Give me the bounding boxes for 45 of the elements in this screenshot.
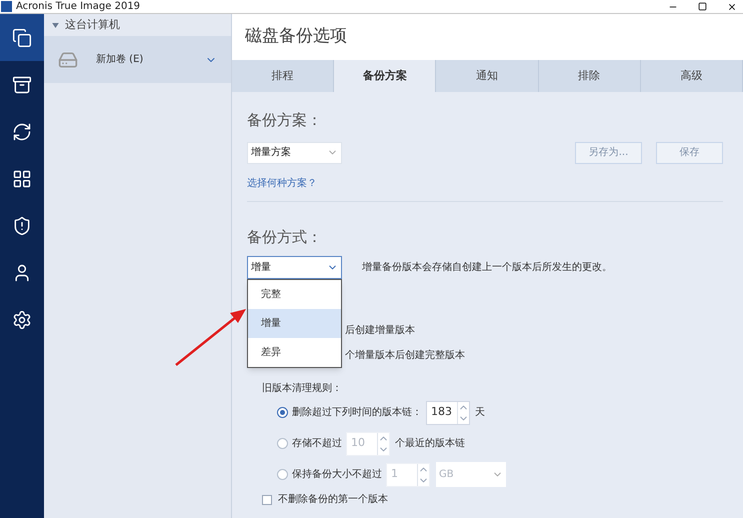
item-label: 新加卷 (E) [96, 52, 144, 67]
radio-button[interactable] [277, 407, 288, 418]
menu-option[interactable]: 增量 [248, 309, 341, 338]
spinner-value: 1 [390, 466, 399, 482]
shield-icon [12, 216, 32, 236]
window-title: Acronis True Image 2019 [16, 0, 140, 12]
tab[interactable]: 通知 [436, 60, 539, 92]
scheme-select[interactable]: 增量方案 [247, 142, 342, 164]
radio-label: 存储不超过 [292, 436, 342, 451]
menu-option[interactable]: 完整 [248, 280, 341, 309]
checkbox-label: 不删除备份的第一个版本 [278, 492, 388, 507]
app-logo-icon [1, 1, 12, 12]
sync-icon [12, 122, 32, 142]
checkbox[interactable] [262, 494, 272, 504]
spinner-value: 10 [350, 435, 366, 452]
close-icon[interactable] [727, 2, 737, 12]
menu-option[interactable]: 差异 [248, 338, 341, 367]
drive-icon [58, 50, 78, 70]
method-description: 增量备份版本会存储自创建上一个版本后所发生的更改。 [362, 260, 612, 275]
sidebar-item[interactable]: 新加卷 (E) [44, 36, 231, 83]
section-label: 这台计算机 [65, 16, 120, 33]
maximize-icon[interactable] [698, 2, 707, 10]
unit-label: 个最近的版本链 [395, 436, 465, 451]
collapse-arrow-icon[interactable] [52, 22, 59, 28]
method-select[interactable]: 增量 [247, 256, 342, 279]
nav-button[interactable] [0, 14, 44, 61]
tab[interactable]: 排程 [232, 60, 334, 92]
archive-icon [12, 74, 32, 94]
tab[interactable]: 排除 [538, 60, 641, 92]
radio-label: 删除超过下列时间的版本链： [292, 406, 422, 420]
unit-label: 天 [475, 406, 485, 420]
help-link[interactable]: 选择何种方案？ [247, 176, 723, 190]
annotation-arrow [175, 309, 246, 366]
page-title: 磁盘备份选项 [245, 25, 347, 48]
tab[interactable]: 高级 [640, 60, 743, 92]
copy-icon [12, 28, 32, 48]
option-label: 后创建增量版本 [345, 324, 416, 338]
grid-icon [12, 168, 32, 188]
option-label: 个增量版本后创建完整版本 [345, 348, 466, 363]
cleanup-heading: 旧版本清理规则： [262, 382, 343, 396]
section-heading: 备份方式： [247, 226, 323, 248]
section-heading: 备份方案： [247, 110, 323, 131]
spinner-value: 183 [430, 404, 453, 420]
settings-icon [12, 310, 32, 330]
radio-label: 保持备份大小不超过 [292, 468, 382, 482]
